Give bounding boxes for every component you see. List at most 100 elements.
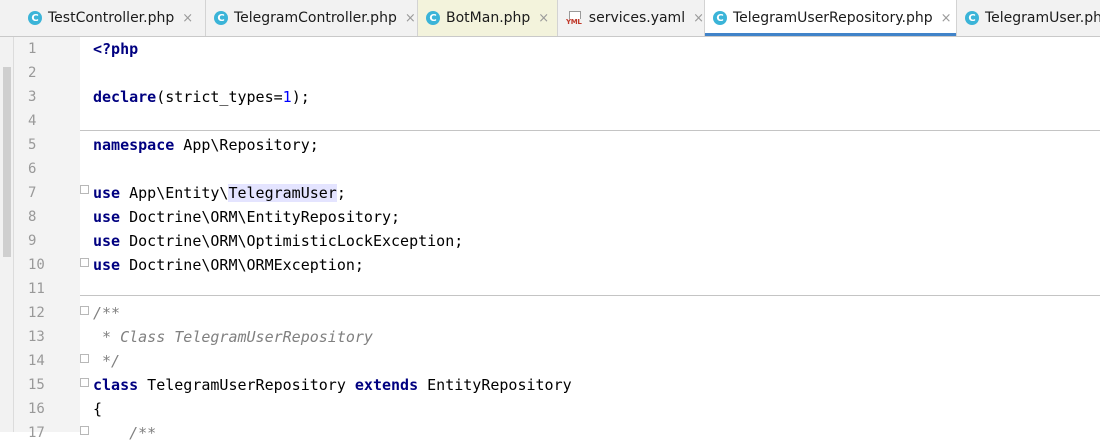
- code-text: namespace App\Repository;: [93, 133, 319, 157]
- code-line: 2: [0, 61, 1100, 85]
- keyword-token: use: [93, 208, 121, 226]
- line-number: 4: [28, 113, 37, 129]
- line-number: 15: [28, 377, 45, 393]
- tab-label: TestController.php: [48, 10, 175, 26]
- code-line: 7 use App\Entity\TelegramUser;: [0, 181, 1100, 205]
- code-line: 13 * Class TelegramUserRepository: [0, 325, 1100, 349]
- fold-marker-icon[interactable]: [80, 378, 89, 387]
- comment-token: /**: [93, 304, 121, 322]
- fold-marker-icon[interactable]: [80, 426, 89, 435]
- code-line: 15 class TelegramUserRepository extends E…: [0, 373, 1100, 397]
- code-line: 3 declare(strict_types=1);: [0, 85, 1100, 109]
- highlighted-token: TelegramUser: [228, 184, 337, 202]
- method-separator: [80, 295, 1100, 296]
- code-token: EntityRepository: [418, 376, 572, 394]
- code-line: 11: [0, 277, 1100, 301]
- code-text: /**: [93, 301, 120, 325]
- keyword-token: use: [93, 256, 121, 274]
- active-tab-indicator: [705, 33, 956, 36]
- code-token: App\Entity\: [120, 184, 229, 202]
- close-icon[interactable]: ×: [405, 11, 416, 26]
- tab-telegramcontroller[interactable]: C TelegramController.php ×: [206, 0, 418, 36]
- keyword-token: use: [93, 184, 121, 202]
- line-number: 2: [28, 65, 37, 81]
- editor-tab-bar: C TestController.php × C TelegramControl…: [0, 0, 1100, 37]
- code-text: * Class TelegramUserRepository: [93, 325, 373, 349]
- tab-telegramuser[interactable]: C TelegramUser.ph: [957, 0, 1100, 36]
- code-text: /**: [93, 421, 156, 445]
- code-line: 5 namespace App\Repository;: [0, 133, 1100, 157]
- code-token: Doctrine\ORM\EntityRepository;: [120, 208, 401, 226]
- php-class-icon: C: [965, 11, 979, 25]
- keyword-token: class: [93, 376, 139, 394]
- tab-label: BotMan.php: [446, 10, 531, 26]
- line-number: 10: [28, 257, 45, 273]
- php-class-icon: C: [426, 11, 440, 25]
- fold-marker-icon[interactable]: [80, 306, 89, 315]
- tab-label: TelegramUserRepository.php: [733, 10, 933, 26]
- yaml-file-icon: YML: [566, 10, 583, 26]
- code-text: <?php: [93, 37, 138, 61]
- comment-token: */: [93, 352, 121, 370]
- line-number: 3: [28, 89, 37, 105]
- line-number: 8: [28, 209, 37, 225]
- php-class-icon: C: [214, 11, 228, 25]
- code-line: 16 {: [0, 397, 1100, 421]
- code-text: declare(strict_types=1);: [93, 85, 310, 109]
- code-text: */: [93, 349, 120, 373]
- code-line: 1 <?php: [0, 37, 1100, 61]
- code-text: use Doctrine\ORM\EntityRepository;: [93, 205, 400, 229]
- code-line: 6: [0, 157, 1100, 181]
- code-token: App\Repository;: [174, 136, 319, 154]
- php-class-icon: C: [28, 11, 42, 25]
- code-token: TelegramUserRepository: [138, 376, 355, 394]
- tab-botman[interactable]: C BotMan.php ×: [418, 0, 558, 36]
- line-number: 7: [28, 185, 37, 201]
- method-separator: [80, 130, 1100, 131]
- comment-token: * Class TelegramUserRepository: [93, 328, 373, 346]
- keyword-token: use: [93, 232, 121, 250]
- code-token: {: [93, 400, 103, 418]
- comment-token: /**: [93, 424, 157, 442]
- code-text: class TelegramUserRepository extends Ent…: [93, 373, 572, 397]
- code-line: 9 use Doctrine\ORM\OptimisticLockExceptio…: [0, 229, 1100, 253]
- code-text: use App\Entity\TelegramUser;: [93, 181, 346, 205]
- tab-telegramuserrepository[interactable]: C TelegramUserRepository.php ×: [705, 0, 957, 36]
- line-number: 12: [28, 305, 45, 321]
- line-number: 14: [28, 353, 45, 369]
- number-token: 1: [282, 88, 292, 106]
- tab-label: services.yaml: [588, 10, 686, 26]
- line-number: 6: [28, 161, 37, 177]
- tab-services-yaml[interactable]: YML services.yaml ×: [558, 0, 705, 36]
- code-line: 12 /**: [0, 301, 1100, 325]
- close-icon[interactable]: ×: [182, 11, 193, 26]
- code-token: Doctrine\ORM\OptimisticLockException;: [120, 232, 464, 250]
- keyword-token: namespace: [93, 136, 175, 154]
- code-line: 8 use Doctrine\ORM\EntityRepository;: [0, 205, 1100, 229]
- close-icon[interactable]: ×: [538, 11, 549, 26]
- fold-marker-icon[interactable]: [80, 354, 89, 363]
- line-number: 9: [28, 233, 37, 249]
- tab-label: TelegramUser.ph: [985, 10, 1100, 26]
- php-class-icon: C: [713, 11, 727, 25]
- code-token: ;: [336, 184, 346, 202]
- fold-marker-icon[interactable]: [80, 258, 89, 267]
- tab-label: TelegramController.php: [234, 10, 397, 26]
- code-line: 10 use Doctrine\ORM\ORMException;: [0, 253, 1100, 277]
- code-line: 14 */: [0, 349, 1100, 373]
- keyword-token: extends: [354, 376, 419, 394]
- line-number: 13: [28, 329, 45, 345]
- code-token: Doctrine\ORM\ORMException;: [120, 256, 364, 274]
- code-token: (strict_types=: [156, 88, 283, 106]
- line-number: 1: [28, 41, 37, 57]
- fold-marker-icon[interactable]: [80, 185, 89, 194]
- code-line: 17 /**: [0, 421, 1100, 445]
- line-number: 16: [28, 401, 45, 417]
- line-number: 5: [28, 137, 37, 153]
- line-number: 17: [28, 425, 45, 441]
- tab-testcontroller[interactable]: C TestController.php ×: [20, 0, 206, 36]
- code-token: );: [291, 88, 310, 106]
- code-text: use Doctrine\ORM\ORMException;: [93, 253, 364, 277]
- close-icon[interactable]: ×: [693, 11, 704, 26]
- close-icon[interactable]: ×: [941, 11, 952, 26]
